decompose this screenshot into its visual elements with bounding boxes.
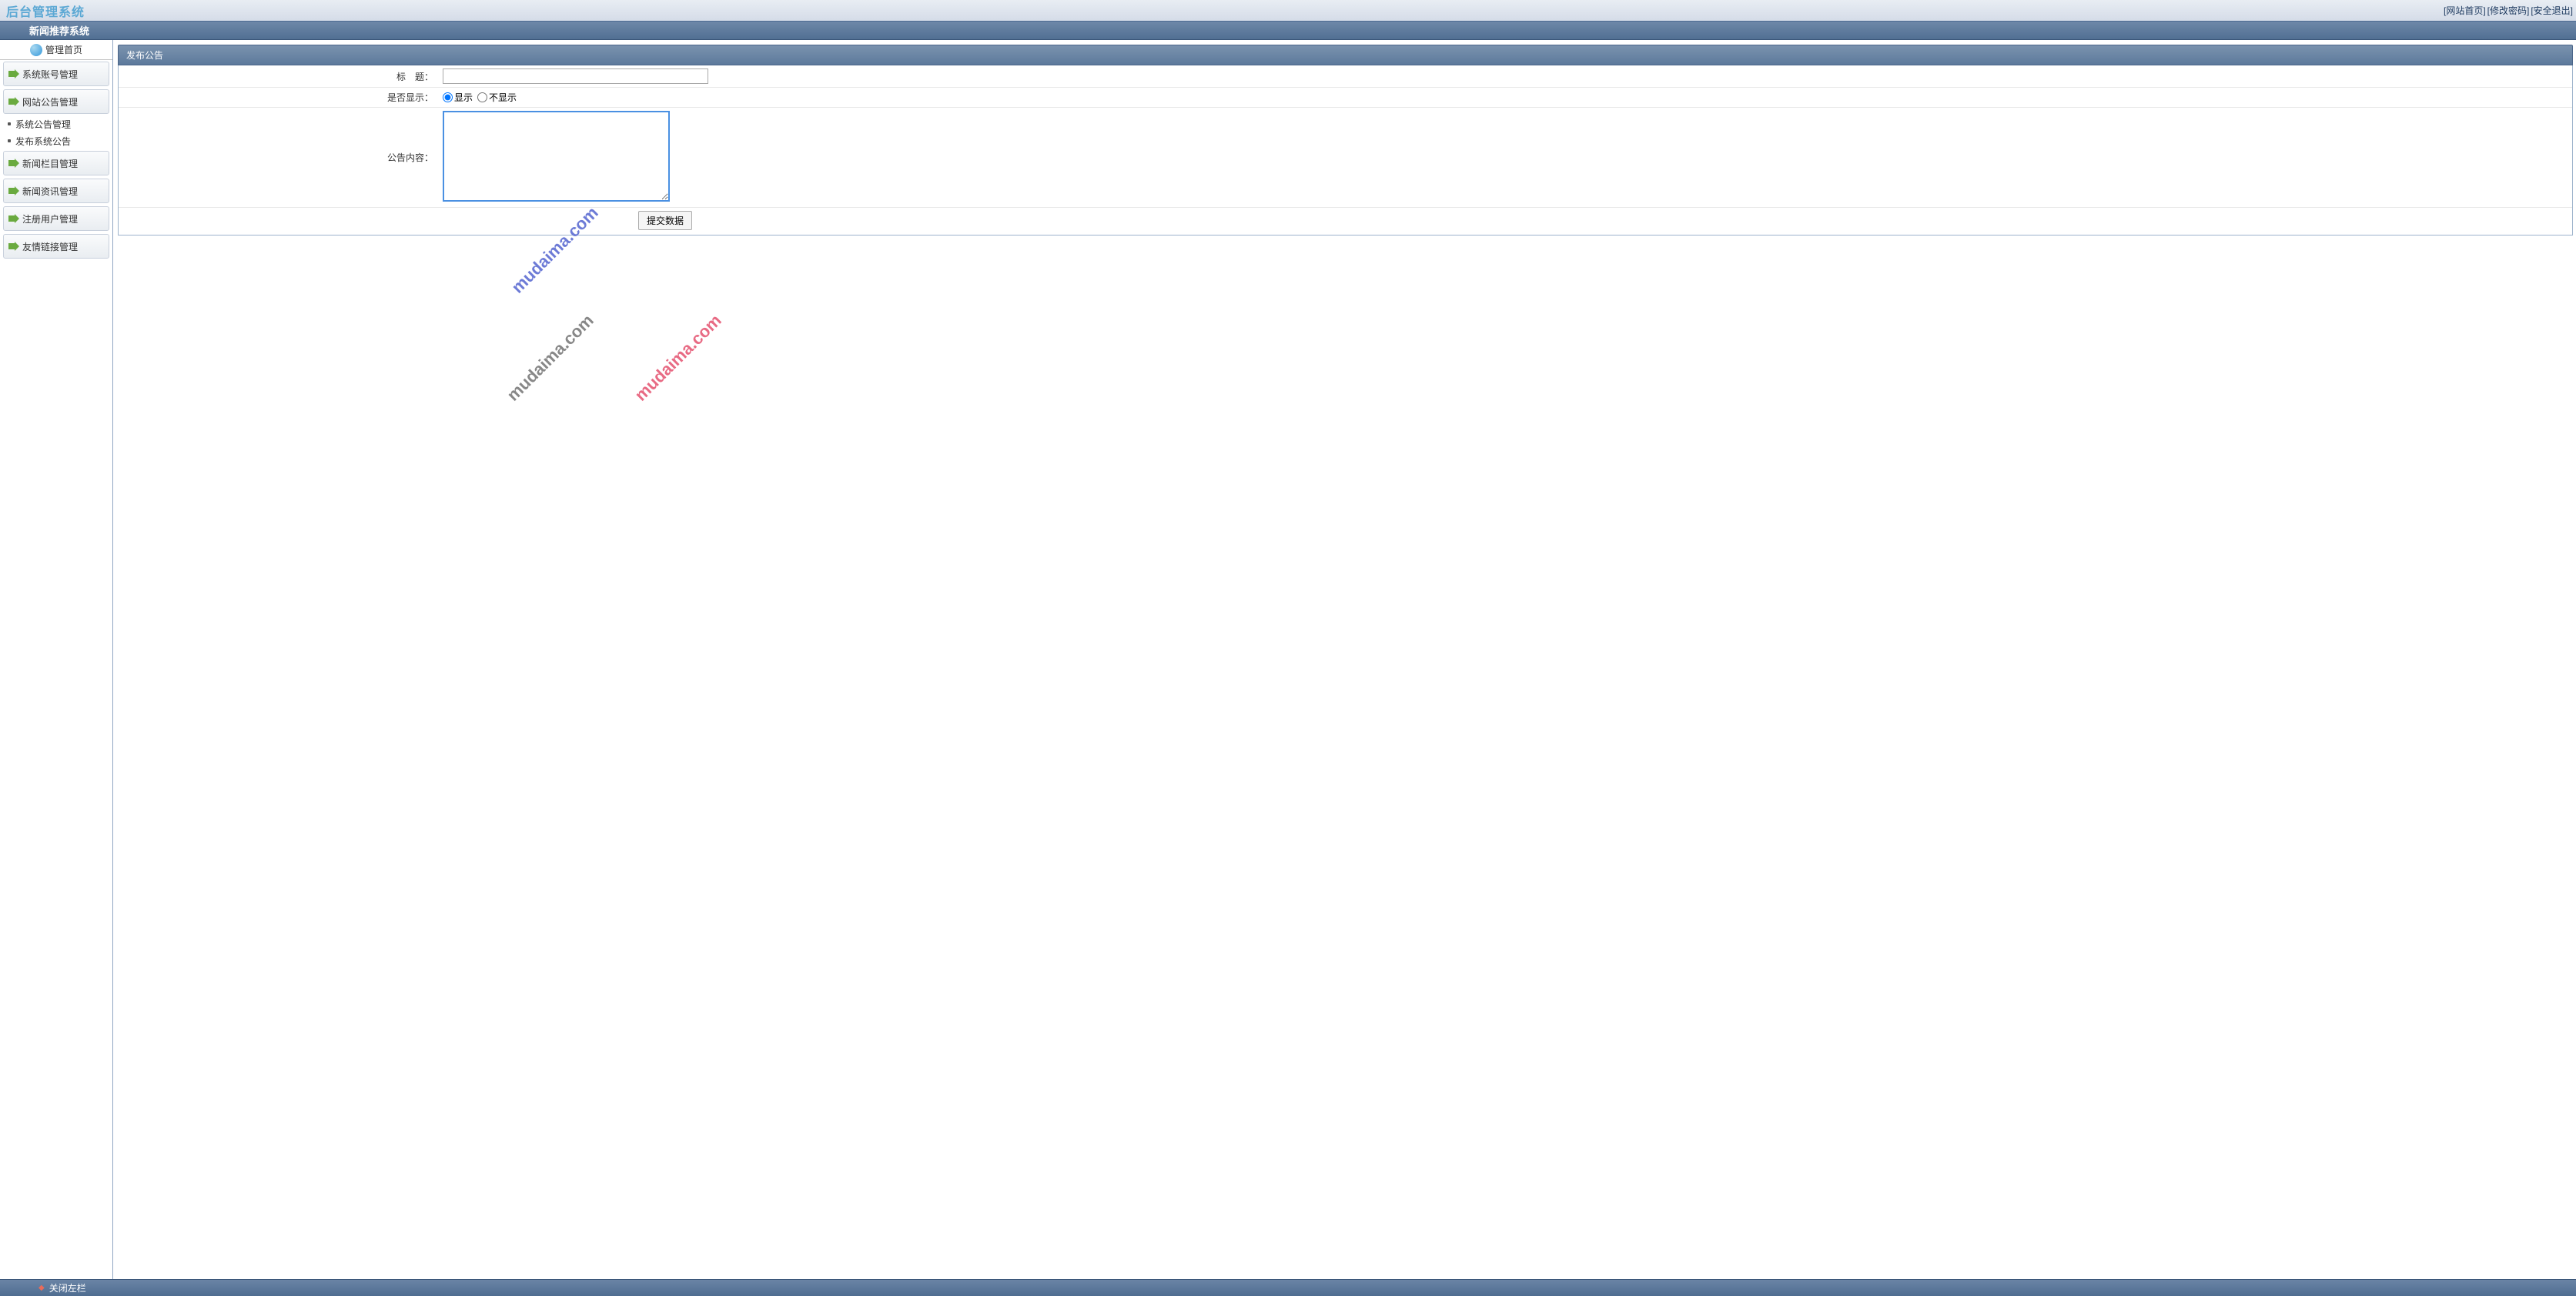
radio-show-yes-wrap[interactable]: 显示 (443, 91, 473, 104)
radio-label-yes: 显示 (454, 91, 473, 104)
label-title: 标 题： (119, 65, 438, 88)
sidebar-home[interactable]: 管理首页 (0, 40, 112, 60)
sidebar-sub-label: 发布系统公告 (15, 135, 71, 148)
close-marker-icon: ◆ (38, 1284, 45, 1292)
top-links: [网站首页] [修改密码] [安全退出] (2444, 4, 2573, 17)
sub-header: 新闻推荐系统 (0, 22, 2576, 40)
sidebar-item-label: 系统账号管理 (22, 68, 78, 81)
footer: ◆ 关闭左栏 (0, 1279, 2576, 1296)
logo-text: 后台管理系统 (3, 2, 85, 20)
sidebar-item-label: 友情链接管理 (22, 240, 78, 253)
link-change-password[interactable]: [修改密码] (2487, 4, 2530, 17)
sidebar-sub-sys-announce[interactable]: 系统公告管理 (0, 115, 112, 132)
panel-title: 发布公告 (126, 50, 163, 61)
radio-show-yes[interactable] (443, 92, 453, 102)
sidebar-item-label: 注册用户管理 (22, 212, 78, 225)
input-title[interactable] (443, 68, 708, 84)
submit-button[interactable]: 提交数据 (638, 211, 692, 230)
sidebar-item-announcement[interactable]: 网站公告管理 (3, 89, 109, 114)
panel-header: 发布公告 (118, 45, 2573, 65)
sidebar-sub-label: 系统公告管理 (15, 118, 71, 131)
radio-group-show: 显示 不显示 (443, 91, 2568, 104)
sidebar-item-register-user[interactable]: 注册用户管理 (3, 206, 109, 231)
arrow-icon (8, 242, 19, 251)
label-show: 是否显示： (119, 88, 438, 108)
arrow-icon (8, 214, 19, 223)
panel-body: 标 题： 是否显示： 显示 (118, 65, 2573, 235)
label-content: 公告内容： (119, 108, 438, 208)
arrow-icon (8, 97, 19, 106)
sidebar: 管理首页 系统账号管理 网站公告管理 系统公告管理 发布系统公告 (0, 40, 113, 1279)
sidebar-item-news-info[interactable]: 新闻资讯管理 (3, 179, 109, 203)
radio-label-no: 不显示 (489, 91, 517, 104)
textarea-content[interactable] (443, 111, 670, 202)
link-safe-logout[interactable]: [安全退出] (2531, 4, 2573, 17)
arrow-icon (8, 186, 19, 195)
link-website-home[interactable]: [网站首页] (2444, 4, 2486, 17)
sidebar-item-label: 网站公告管理 (22, 95, 78, 109)
sidebar-item-label: 新闻栏目管理 (22, 157, 78, 170)
sidebar-item-label: 新闻资讯管理 (22, 185, 78, 198)
sidebar-item-friend-link[interactable]: 友情链接管理 (3, 234, 109, 259)
sidebar-item-account[interactable]: 系统账号管理 (3, 62, 109, 86)
top-header: 后台管理系统 [网站首页] [修改密码] [安全退出] (0, 0, 2576, 22)
watermark: mudaima.com (503, 311, 597, 406)
system-title: 新闻推荐系统 (29, 23, 89, 38)
radio-show-no-wrap[interactable]: 不显示 (477, 91, 517, 104)
watermark: mudaima.com (631, 311, 725, 406)
sidebar-home-label: 管理首页 (45, 43, 82, 56)
arrow-icon (8, 69, 19, 78)
content-area: 发布公告 标 题： 是否显示： (113, 40, 2576, 1279)
radio-show-no[interactable] (477, 92, 487, 102)
close-left-panel[interactable]: ◆ 关闭左栏 (38, 1281, 86, 1294)
arrow-icon (8, 159, 19, 168)
sidebar-item-news-column[interactable]: 新闻栏目管理 (3, 151, 109, 175)
close-left-label: 关闭左栏 (49, 1281, 86, 1294)
globe-icon (30, 44, 42, 56)
sidebar-sub-publish-announce[interactable]: 发布系统公告 (0, 132, 112, 149)
